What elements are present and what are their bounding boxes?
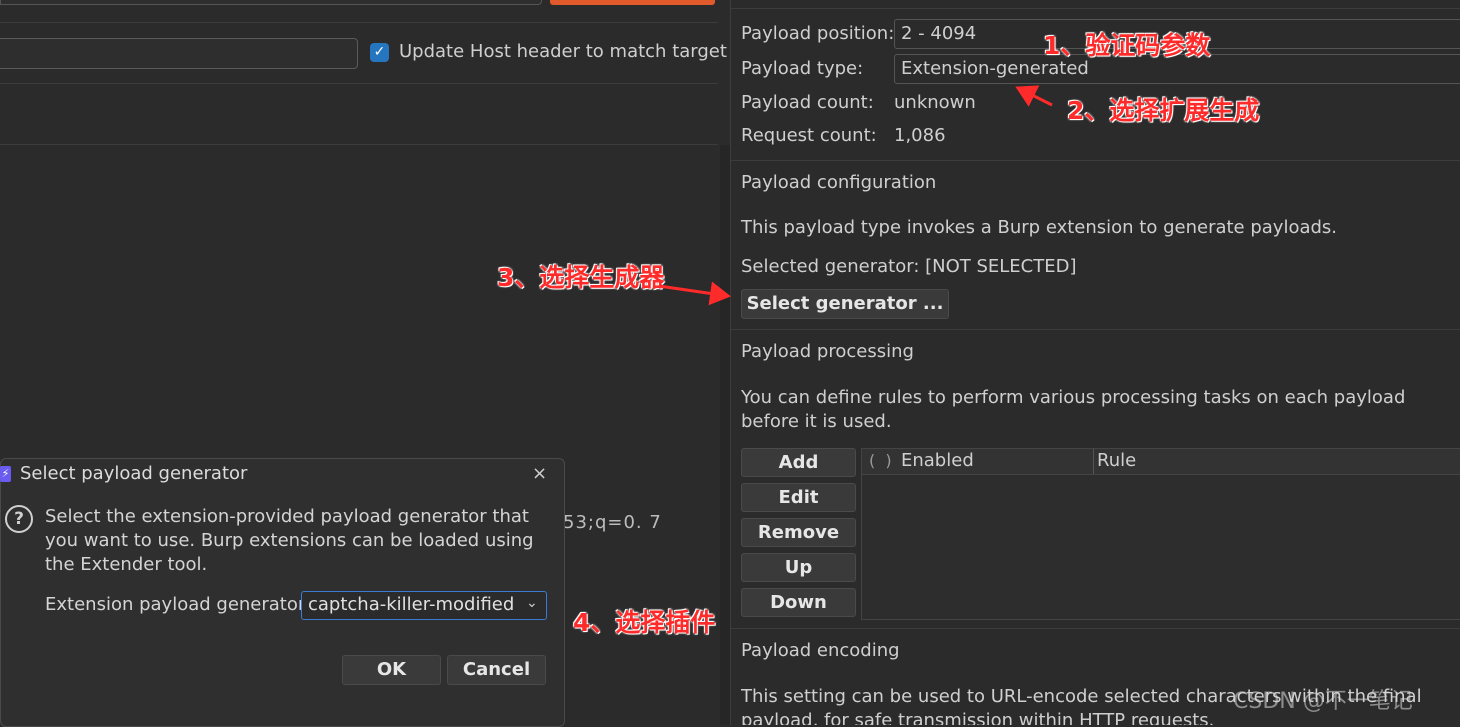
arrow-to-select-generator	[658, 281, 731, 306]
watermark: CSDN @不一笔记	[1233, 689, 1413, 714]
annotation-arrows	[658, 85, 1053, 306]
arrow-to-payload-type	[1015, 85, 1053, 107]
